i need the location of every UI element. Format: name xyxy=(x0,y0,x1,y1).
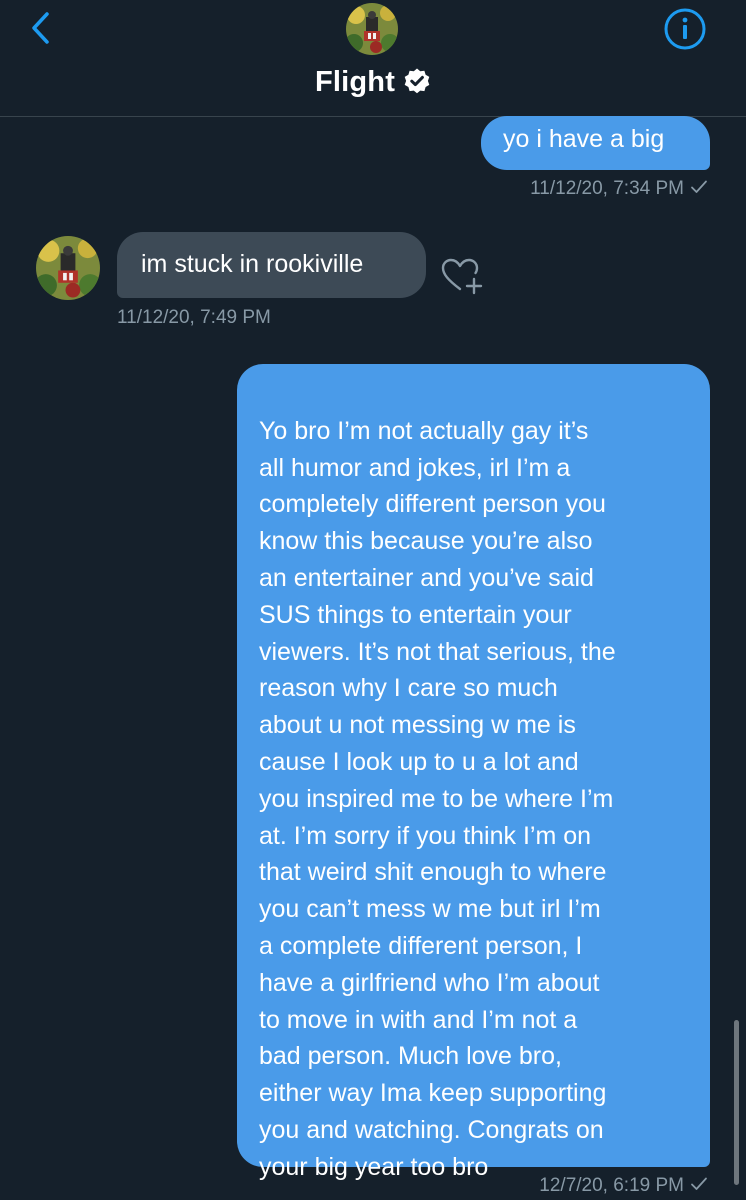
heart-plus-icon xyxy=(441,258,483,295)
sender-avatar[interactable] xyxy=(36,236,100,300)
message-timestamp: 11/12/20, 7:34 PM xyxy=(530,178,708,200)
contact-name: Flight xyxy=(314,66,396,98)
info-circle-icon xyxy=(664,8,706,50)
avatar-image xyxy=(36,236,100,300)
conversation-header: Flight xyxy=(0,0,746,117)
sent-check-icon xyxy=(691,1177,707,1190)
avatar-image xyxy=(346,3,398,55)
scrollbar[interactable] xyxy=(734,1020,739,1185)
message-text: im stuck in rookiville xyxy=(141,250,364,278)
info-button[interactable] xyxy=(662,6,708,52)
header-avatar[interactable] xyxy=(346,3,398,55)
outgoing-message-bubble[interactable]: yo i have a big xyxy=(481,116,710,170)
verified-badge-icon xyxy=(404,68,430,94)
message-text: Yo bro I’m not actually gay it’s all hum… xyxy=(259,416,616,1181)
message-text: yo i have a big xyxy=(503,125,665,153)
message-timestamp: 12/7/20, 6:19 PM xyxy=(539,1175,708,1197)
outgoing-message-bubble[interactable]: Yo bro I’m not actually gay it’s all hum… xyxy=(237,364,710,1181)
incoming-message-bubble[interactable]: im stuck in rookiville xyxy=(117,232,426,298)
conversation-title[interactable]: Flight xyxy=(0,66,746,99)
add-reaction-button[interactable] xyxy=(440,257,484,297)
message-timestamp: 11/12/20, 7:49 PM xyxy=(117,307,271,328)
back-button[interactable] xyxy=(22,6,62,50)
chevron-left-icon xyxy=(32,12,49,44)
sent-check-icon xyxy=(691,180,707,193)
